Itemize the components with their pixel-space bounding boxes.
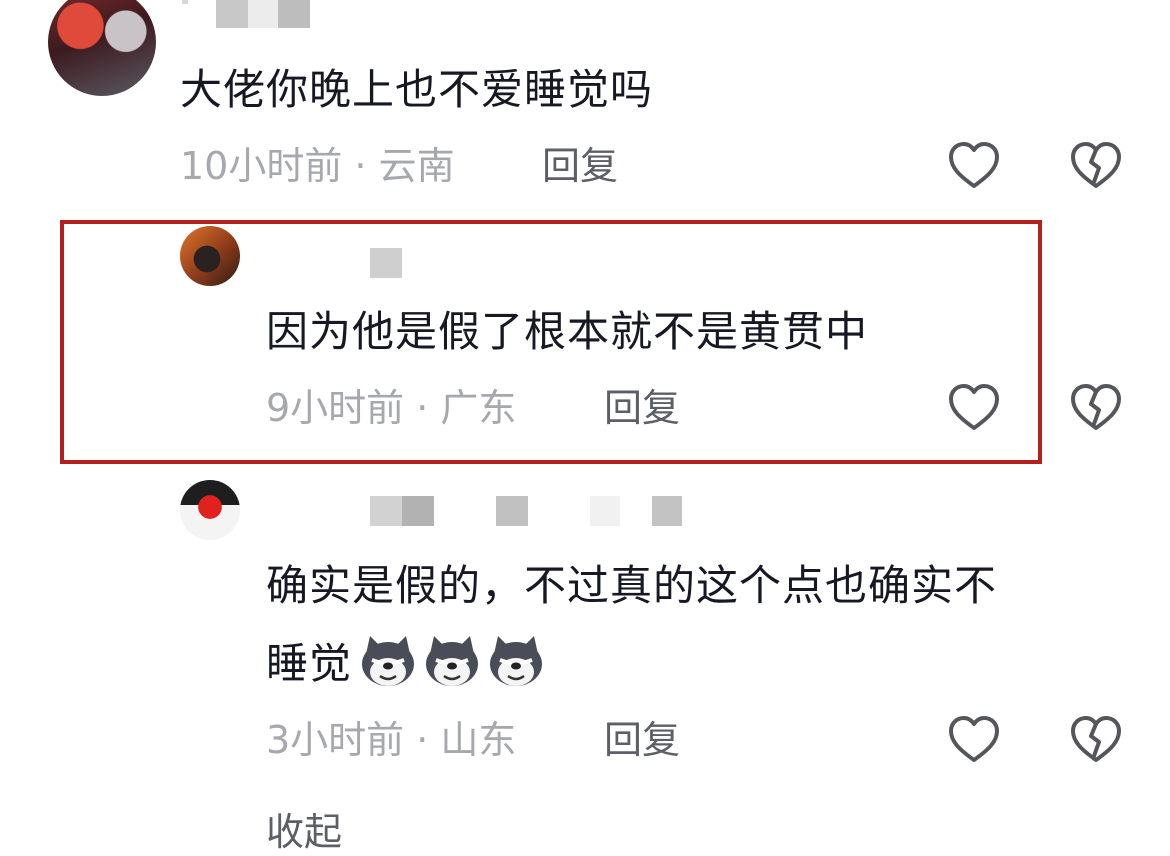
comment-meta: 10小时前 · 云南 [180, 144, 455, 188]
broken-heart-icon[interactable] [1068, 380, 1124, 436]
collapse-button[interactable]: 收起 [266, 808, 342, 856]
heart-outline-icon[interactable] [946, 138, 1002, 194]
avatar[interactable] [180, 480, 240, 540]
husky-emoji [488, 634, 544, 688]
husky-emoji [424, 634, 480, 688]
husky-emoji [360, 634, 416, 688]
heart-outline-icon[interactable] [946, 712, 1002, 768]
avatar[interactable] [48, 0, 156, 96]
comment-text-line1: 确实是假的，不过真的这个点也确实不 [266, 561, 998, 610]
reply-button[interactable]: 回复 [604, 716, 680, 764]
comment-text: 大佬你晚上也不爱睡觉吗 [180, 65, 654, 114]
heart-outline-icon[interactable] [946, 380, 1002, 436]
broken-heart-icon[interactable] [1068, 712, 1124, 768]
comment-meta: 3小时前 · 山东 [266, 718, 517, 762]
comment-text-line2-wrapper: 睡觉 [266, 634, 544, 694]
comment-text-line2: 睡觉 [266, 639, 353, 688]
comment-text: 因为他是假了根本就不是黄贯中 [266, 307, 869, 356]
broken-heart-icon[interactable] [1068, 138, 1124, 194]
reply-button[interactable]: 回复 [604, 384, 680, 432]
comment-meta: 9小时前 · 广东 [266, 386, 517, 430]
reply-button[interactable]: 回复 [542, 142, 618, 190]
avatar[interactable] [180, 226, 240, 286]
